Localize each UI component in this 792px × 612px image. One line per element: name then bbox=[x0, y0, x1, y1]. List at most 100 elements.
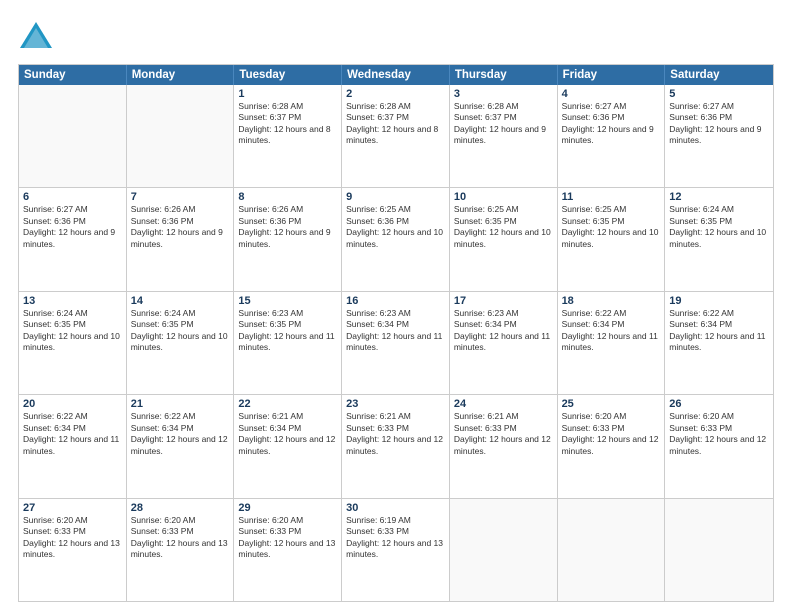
calendar-cell-9: 9Sunrise: 6:25 AM Sunset: 6:36 PM Daylig… bbox=[342, 188, 450, 290]
cell-info: Sunrise: 6:24 AM Sunset: 6:35 PM Dayligh… bbox=[23, 308, 122, 354]
cell-info: Sunrise: 6:20 AM Sunset: 6:33 PM Dayligh… bbox=[238, 515, 337, 561]
cell-info: Sunrise: 6:27 AM Sunset: 6:36 PM Dayligh… bbox=[669, 101, 769, 147]
day-number: 2 bbox=[346, 88, 445, 100]
calendar-cell-empty bbox=[450, 499, 558, 601]
weekday-header-thursday: Thursday bbox=[450, 65, 558, 85]
cell-info: Sunrise: 6:21 AM Sunset: 6:33 PM Dayligh… bbox=[454, 411, 553, 457]
cell-info: Sunrise: 6:21 AM Sunset: 6:33 PM Dayligh… bbox=[346, 411, 445, 457]
cell-info: Sunrise: 6:28 AM Sunset: 6:37 PM Dayligh… bbox=[346, 101, 445, 147]
cell-info: Sunrise: 6:23 AM Sunset: 6:34 PM Dayligh… bbox=[454, 308, 553, 354]
day-number: 1 bbox=[238, 88, 337, 100]
cell-info: Sunrise: 6:20 AM Sunset: 6:33 PM Dayligh… bbox=[23, 515, 122, 561]
calendar-cell-3: 3Sunrise: 6:28 AM Sunset: 6:37 PM Daylig… bbox=[450, 85, 558, 187]
day-number: 14 bbox=[131, 295, 230, 307]
calendar-body: 1Sunrise: 6:28 AM Sunset: 6:37 PM Daylig… bbox=[19, 85, 773, 601]
cell-info: Sunrise: 6:20 AM Sunset: 6:33 PM Dayligh… bbox=[131, 515, 230, 561]
calendar-cell-10: 10Sunrise: 6:25 AM Sunset: 6:35 PM Dayli… bbox=[450, 188, 558, 290]
calendar-header: SundayMondayTuesdayWednesdayThursdayFrid… bbox=[19, 65, 773, 85]
day-number: 3 bbox=[454, 88, 553, 100]
day-number: 8 bbox=[238, 191, 337, 203]
day-number: 28 bbox=[131, 502, 230, 514]
calendar-cell-25: 25Sunrise: 6:20 AM Sunset: 6:33 PM Dayli… bbox=[558, 395, 666, 497]
day-number: 21 bbox=[131, 398, 230, 410]
logo bbox=[18, 18, 58, 54]
day-number: 17 bbox=[454, 295, 553, 307]
calendar-cell-16: 16Sunrise: 6:23 AM Sunset: 6:34 PM Dayli… bbox=[342, 292, 450, 394]
cell-info: Sunrise: 6:25 AM Sunset: 6:36 PM Dayligh… bbox=[346, 204, 445, 250]
day-number: 25 bbox=[562, 398, 661, 410]
calendar-cell-19: 19Sunrise: 6:22 AM Sunset: 6:34 PM Dayli… bbox=[665, 292, 773, 394]
calendar-cell-26: 26Sunrise: 6:20 AM Sunset: 6:33 PM Dayli… bbox=[665, 395, 773, 497]
calendar-cell-1: 1Sunrise: 6:28 AM Sunset: 6:37 PM Daylig… bbox=[234, 85, 342, 187]
calendar-cell-12: 12Sunrise: 6:24 AM Sunset: 6:35 PM Dayli… bbox=[665, 188, 773, 290]
day-number: 22 bbox=[238, 398, 337, 410]
cell-info: Sunrise: 6:24 AM Sunset: 6:35 PM Dayligh… bbox=[131, 308, 230, 354]
calendar-cell-21: 21Sunrise: 6:22 AM Sunset: 6:34 PM Dayli… bbox=[127, 395, 235, 497]
day-number: 10 bbox=[454, 191, 553, 203]
day-number: 26 bbox=[669, 398, 769, 410]
day-number: 13 bbox=[23, 295, 122, 307]
cell-info: Sunrise: 6:22 AM Sunset: 6:34 PM Dayligh… bbox=[669, 308, 769, 354]
calendar-cell-4: 4Sunrise: 6:27 AM Sunset: 6:36 PM Daylig… bbox=[558, 85, 666, 187]
cell-info: Sunrise: 6:28 AM Sunset: 6:37 PM Dayligh… bbox=[238, 101, 337, 147]
calendar-cell-empty bbox=[127, 85, 235, 187]
day-number: 19 bbox=[669, 295, 769, 307]
weekday-header-saturday: Saturday bbox=[665, 65, 773, 85]
cell-info: Sunrise: 6:22 AM Sunset: 6:34 PM Dayligh… bbox=[131, 411, 230, 457]
cell-info: Sunrise: 6:26 AM Sunset: 6:36 PM Dayligh… bbox=[131, 204, 230, 250]
day-number: 5 bbox=[669, 88, 769, 100]
cell-info: Sunrise: 6:25 AM Sunset: 6:35 PM Dayligh… bbox=[454, 204, 553, 250]
day-number: 11 bbox=[562, 191, 661, 203]
day-number: 20 bbox=[23, 398, 122, 410]
cell-info: Sunrise: 6:22 AM Sunset: 6:34 PM Dayligh… bbox=[562, 308, 661, 354]
cell-info: Sunrise: 6:22 AM Sunset: 6:34 PM Dayligh… bbox=[23, 411, 122, 457]
calendar-cell-27: 27Sunrise: 6:20 AM Sunset: 6:33 PM Dayli… bbox=[19, 499, 127, 601]
page: SundayMondayTuesdayWednesdayThursdayFrid… bbox=[0, 0, 792, 612]
calendar-cell-8: 8Sunrise: 6:26 AM Sunset: 6:36 PM Daylig… bbox=[234, 188, 342, 290]
cell-info: Sunrise: 6:21 AM Sunset: 6:34 PM Dayligh… bbox=[238, 411, 337, 457]
calendar-cell-17: 17Sunrise: 6:23 AM Sunset: 6:34 PM Dayli… bbox=[450, 292, 558, 394]
day-number: 24 bbox=[454, 398, 553, 410]
calendar-row-4: 20Sunrise: 6:22 AM Sunset: 6:34 PM Dayli… bbox=[19, 394, 773, 497]
cell-info: Sunrise: 6:25 AM Sunset: 6:35 PM Dayligh… bbox=[562, 204, 661, 250]
weekday-header-wednesday: Wednesday bbox=[342, 65, 450, 85]
day-number: 4 bbox=[562, 88, 661, 100]
header bbox=[18, 18, 774, 54]
day-number: 23 bbox=[346, 398, 445, 410]
calendar-cell-30: 30Sunrise: 6:19 AM Sunset: 6:33 PM Dayli… bbox=[342, 499, 450, 601]
cell-info: Sunrise: 6:20 AM Sunset: 6:33 PM Dayligh… bbox=[669, 411, 769, 457]
weekday-header-monday: Monday bbox=[127, 65, 235, 85]
cell-info: Sunrise: 6:24 AM Sunset: 6:35 PM Dayligh… bbox=[669, 204, 769, 250]
day-number: 7 bbox=[131, 191, 230, 203]
calendar-cell-11: 11Sunrise: 6:25 AM Sunset: 6:35 PM Dayli… bbox=[558, 188, 666, 290]
calendar-row-2: 6Sunrise: 6:27 AM Sunset: 6:36 PM Daylig… bbox=[19, 187, 773, 290]
calendar-cell-15: 15Sunrise: 6:23 AM Sunset: 6:35 PM Dayli… bbox=[234, 292, 342, 394]
cell-info: Sunrise: 6:27 AM Sunset: 6:36 PM Dayligh… bbox=[23, 204, 122, 250]
calendar-cell-24: 24Sunrise: 6:21 AM Sunset: 6:33 PM Dayli… bbox=[450, 395, 558, 497]
calendar-cell-20: 20Sunrise: 6:22 AM Sunset: 6:34 PM Dayli… bbox=[19, 395, 127, 497]
calendar-cell-14: 14Sunrise: 6:24 AM Sunset: 6:35 PM Dayli… bbox=[127, 292, 235, 394]
day-number: 15 bbox=[238, 295, 337, 307]
day-number: 12 bbox=[669, 191, 769, 203]
logo-icon bbox=[18, 18, 54, 54]
day-number: 16 bbox=[346, 295, 445, 307]
weekday-header-sunday: Sunday bbox=[19, 65, 127, 85]
calendar-cell-empty bbox=[19, 85, 127, 187]
day-number: 6 bbox=[23, 191, 122, 203]
calendar-cell-22: 22Sunrise: 6:21 AM Sunset: 6:34 PM Dayli… bbox=[234, 395, 342, 497]
calendar-cell-empty bbox=[665, 499, 773, 601]
cell-info: Sunrise: 6:26 AM Sunset: 6:36 PM Dayligh… bbox=[238, 204, 337, 250]
calendar-cell-7: 7Sunrise: 6:26 AM Sunset: 6:36 PM Daylig… bbox=[127, 188, 235, 290]
calendar-cell-2: 2Sunrise: 6:28 AM Sunset: 6:37 PM Daylig… bbox=[342, 85, 450, 187]
calendar-row-3: 13Sunrise: 6:24 AM Sunset: 6:35 PM Dayli… bbox=[19, 291, 773, 394]
weekday-header-friday: Friday bbox=[558, 65, 666, 85]
day-number: 30 bbox=[346, 502, 445, 514]
day-number: 29 bbox=[238, 502, 337, 514]
day-number: 9 bbox=[346, 191, 445, 203]
calendar-cell-13: 13Sunrise: 6:24 AM Sunset: 6:35 PM Dayli… bbox=[19, 292, 127, 394]
calendar-cell-5: 5Sunrise: 6:27 AM Sunset: 6:36 PM Daylig… bbox=[665, 85, 773, 187]
cell-info: Sunrise: 6:19 AM Sunset: 6:33 PM Dayligh… bbox=[346, 515, 445, 561]
calendar-cell-29: 29Sunrise: 6:20 AM Sunset: 6:33 PM Dayli… bbox=[234, 499, 342, 601]
cell-info: Sunrise: 6:28 AM Sunset: 6:37 PM Dayligh… bbox=[454, 101, 553, 147]
calendar-row-5: 27Sunrise: 6:20 AM Sunset: 6:33 PM Dayli… bbox=[19, 498, 773, 601]
